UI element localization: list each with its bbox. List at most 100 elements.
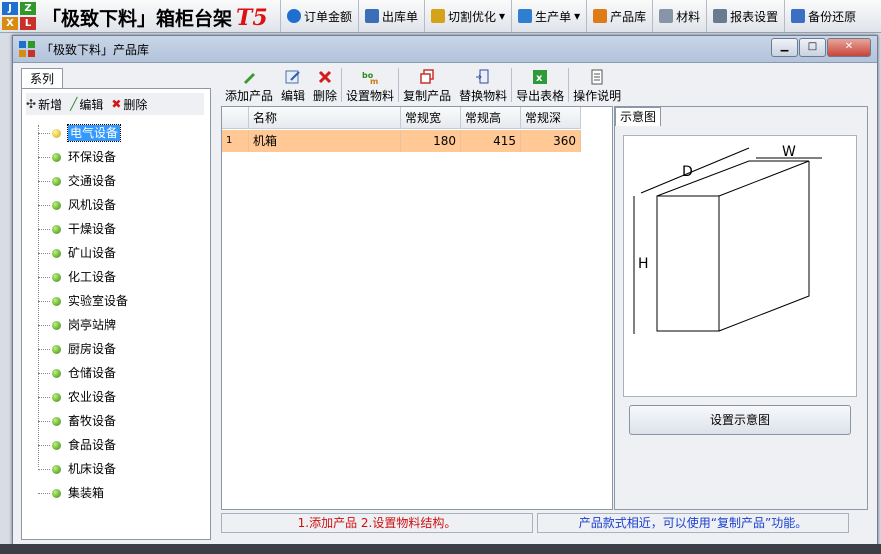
tree-connector xyxy=(38,157,50,158)
cell-height[interactable]: 415 xyxy=(461,130,521,152)
menu-report-settings[interactable]: 报表设置 xyxy=(706,0,784,32)
top-menu: 订单金额 出库单 切割优化 ▾ 生产单 ▾ 产品库 材料 报表设置 备份还原 xyxy=(280,0,862,32)
set-diagram-button[interactable]: 设置示意图 xyxy=(629,405,851,435)
column-header-depth[interactable]: 常规深 xyxy=(521,107,581,129)
tree-connector xyxy=(38,325,50,326)
tree-item[interactable]: 矿山设备 xyxy=(38,241,206,265)
tree-item-label: 交通设备 xyxy=(68,174,117,188)
order-amount-icon xyxy=(287,9,301,23)
tree-connector xyxy=(38,349,50,350)
tree-item[interactable]: 食品设备 xyxy=(38,433,206,457)
tree-item[interactable]: 仓储设备 xyxy=(38,361,206,385)
replace-material-button[interactable]: 替换物料 xyxy=(455,66,511,104)
box-diagram: D W H xyxy=(633,144,822,334)
column-header-name[interactable]: 名称 xyxy=(249,107,401,129)
status-dot-icon xyxy=(52,153,61,162)
tree-item-label: 集装箱 xyxy=(68,486,105,500)
status-left-text: 1.添加产品 2.设置物料结构。 xyxy=(297,516,457,530)
edit-product-button[interactable]: 编辑 xyxy=(277,66,309,104)
window-title-bar[interactable]: 「极致下料」产品库 ▁ □ ✕ xyxy=(13,36,877,63)
add-series-button[interactable]: ✣ 新增 xyxy=(26,96,62,113)
cut-optimize-icon xyxy=(431,9,446,23)
menu-label: 报表设置 xyxy=(730,9,779,24)
tree-item-label: 矿山设备 xyxy=(68,246,117,260)
maximize-button[interactable]: □ xyxy=(799,38,826,57)
status-dot-icon xyxy=(52,465,61,474)
column-header-width[interactable]: 常规宽 xyxy=(401,107,461,129)
replace-icon xyxy=(476,69,489,84)
tree-item[interactable]: 环保设备 xyxy=(38,145,206,169)
tree-item-label: 岗亭站牌 xyxy=(68,318,117,332)
tree-connector xyxy=(38,421,50,422)
window-app-icon xyxy=(19,41,35,57)
menu-label: 备份还原 xyxy=(808,9,857,24)
product-library-icon xyxy=(593,9,608,23)
tree-item[interactable]: 岗亭站牌 xyxy=(38,313,206,337)
dimension-line-d xyxy=(640,147,750,194)
tree-item-label: 仓储设备 xyxy=(68,366,117,380)
menu-order-amount[interactable]: 订单金额 xyxy=(280,0,358,32)
tree-item[interactable]: 机床设备 xyxy=(38,457,206,481)
tree-connector xyxy=(38,253,50,254)
menu-product-library[interactable]: 产品库 xyxy=(586,0,652,32)
tree-item[interactable]: 交通设备 xyxy=(38,169,206,193)
plus-icon: ✣ xyxy=(26,97,37,111)
svg-text:m: m xyxy=(370,77,378,85)
menu-material[interactable]: 材料 xyxy=(652,0,706,32)
box-top-face xyxy=(656,160,810,197)
tree-item[interactable]: 电气设备 xyxy=(38,121,206,145)
menu-cut-optimize[interactable]: 切割优化 ▾ xyxy=(424,0,511,32)
set-material-button[interactable]: bo m 设置物料 xyxy=(342,66,398,104)
delete-x-icon xyxy=(318,70,332,84)
tab-diagram[interactable]: 示意图 xyxy=(615,107,662,126)
tree-item[interactable]: 集装箱 xyxy=(38,481,206,505)
chevron-down-icon: ▾ xyxy=(499,9,506,23)
tree-item[interactable]: 农业设备 xyxy=(38,385,206,409)
tree-connector xyxy=(38,445,50,446)
copy-product-button[interactable]: 复制产品 xyxy=(399,66,455,104)
tree-item[interactable]: 化工设备 xyxy=(38,265,206,289)
close-button[interactable]: ✕ xyxy=(827,38,871,57)
help-button[interactable]: 操作说明 xyxy=(569,66,625,104)
status-dot-icon xyxy=(52,273,61,282)
column-header-height[interactable]: 常规高 xyxy=(461,107,521,129)
toolbar-label: 替换物料 xyxy=(459,89,508,103)
backup-icon xyxy=(791,9,806,23)
tree-item[interactable]: 风机设备 xyxy=(38,193,206,217)
tree-item[interactable]: 实验室设备 xyxy=(38,289,206,313)
logo-letter: X xyxy=(2,17,18,30)
tree-connector xyxy=(38,301,50,302)
tab-series[interactable]: 系列 xyxy=(21,68,64,89)
menu-production[interactable]: 生产单 ▾ xyxy=(511,0,586,32)
menu-label: 产品库 xyxy=(610,9,647,24)
copy-icon xyxy=(420,69,434,84)
tree-item[interactable]: 畜牧设备 xyxy=(38,409,206,433)
status-bar: 1.添加产品 2.设置物料结构。 产品款式相近，可以使用“复制产品”功能。 xyxy=(221,513,869,533)
window-controls: ▁ □ ✕ xyxy=(771,38,871,57)
edit-series-button[interactable]: ╱ 编辑 xyxy=(70,96,103,113)
app-top-bar: J Z X L 「极致下料」箱柜台架 T5 订单金额 出库单 切割优化 ▾ 生产单 ▾… xyxy=(0,0,881,33)
add-product-button[interactable]: 添加产品 xyxy=(221,66,277,104)
menu-outbound[interactable]: 出库单 xyxy=(358,0,424,32)
cell-width[interactable]: 180 xyxy=(401,130,461,152)
delete-series-button[interactable]: ✖ 删除 xyxy=(111,96,147,113)
status-dot-icon xyxy=(52,201,61,210)
menu-backup-restore[interactable]: 备份还原 xyxy=(784,0,862,32)
window-title: 「极致下料」产品库 xyxy=(41,43,150,57)
tree-item[interactable]: 厨房设备 xyxy=(38,337,206,361)
series-box: ✣ 新增 ╱ 编辑 ✖ 删除 电气设备 环保设备交通设备风机设备 干燥设备矿山设备化工设备… xyxy=(21,88,211,540)
tree-item[interactable]: 干燥设备 xyxy=(38,217,206,241)
app-title-text: 「极致下料」箱柜台架 xyxy=(42,8,233,30)
tree-connector xyxy=(38,181,50,182)
toolbar-label: 操作说明 xyxy=(573,89,622,103)
cell-name[interactable]: 机箱 xyxy=(249,130,401,152)
tree-item-label: 畜牧设备 xyxy=(68,414,117,428)
minimize-button[interactable]: ▁ xyxy=(771,38,798,57)
add-label: 新增 xyxy=(38,97,63,112)
toolbar-label: 添加产品 xyxy=(225,89,274,103)
delete-product-button[interactable]: 删除 xyxy=(309,66,341,104)
export-table-button[interactable]: x 导出表格 xyxy=(512,66,568,104)
tree-connector xyxy=(38,229,50,230)
status-dot-icon xyxy=(52,393,61,402)
cell-depth[interactable]: 360 xyxy=(521,130,581,152)
